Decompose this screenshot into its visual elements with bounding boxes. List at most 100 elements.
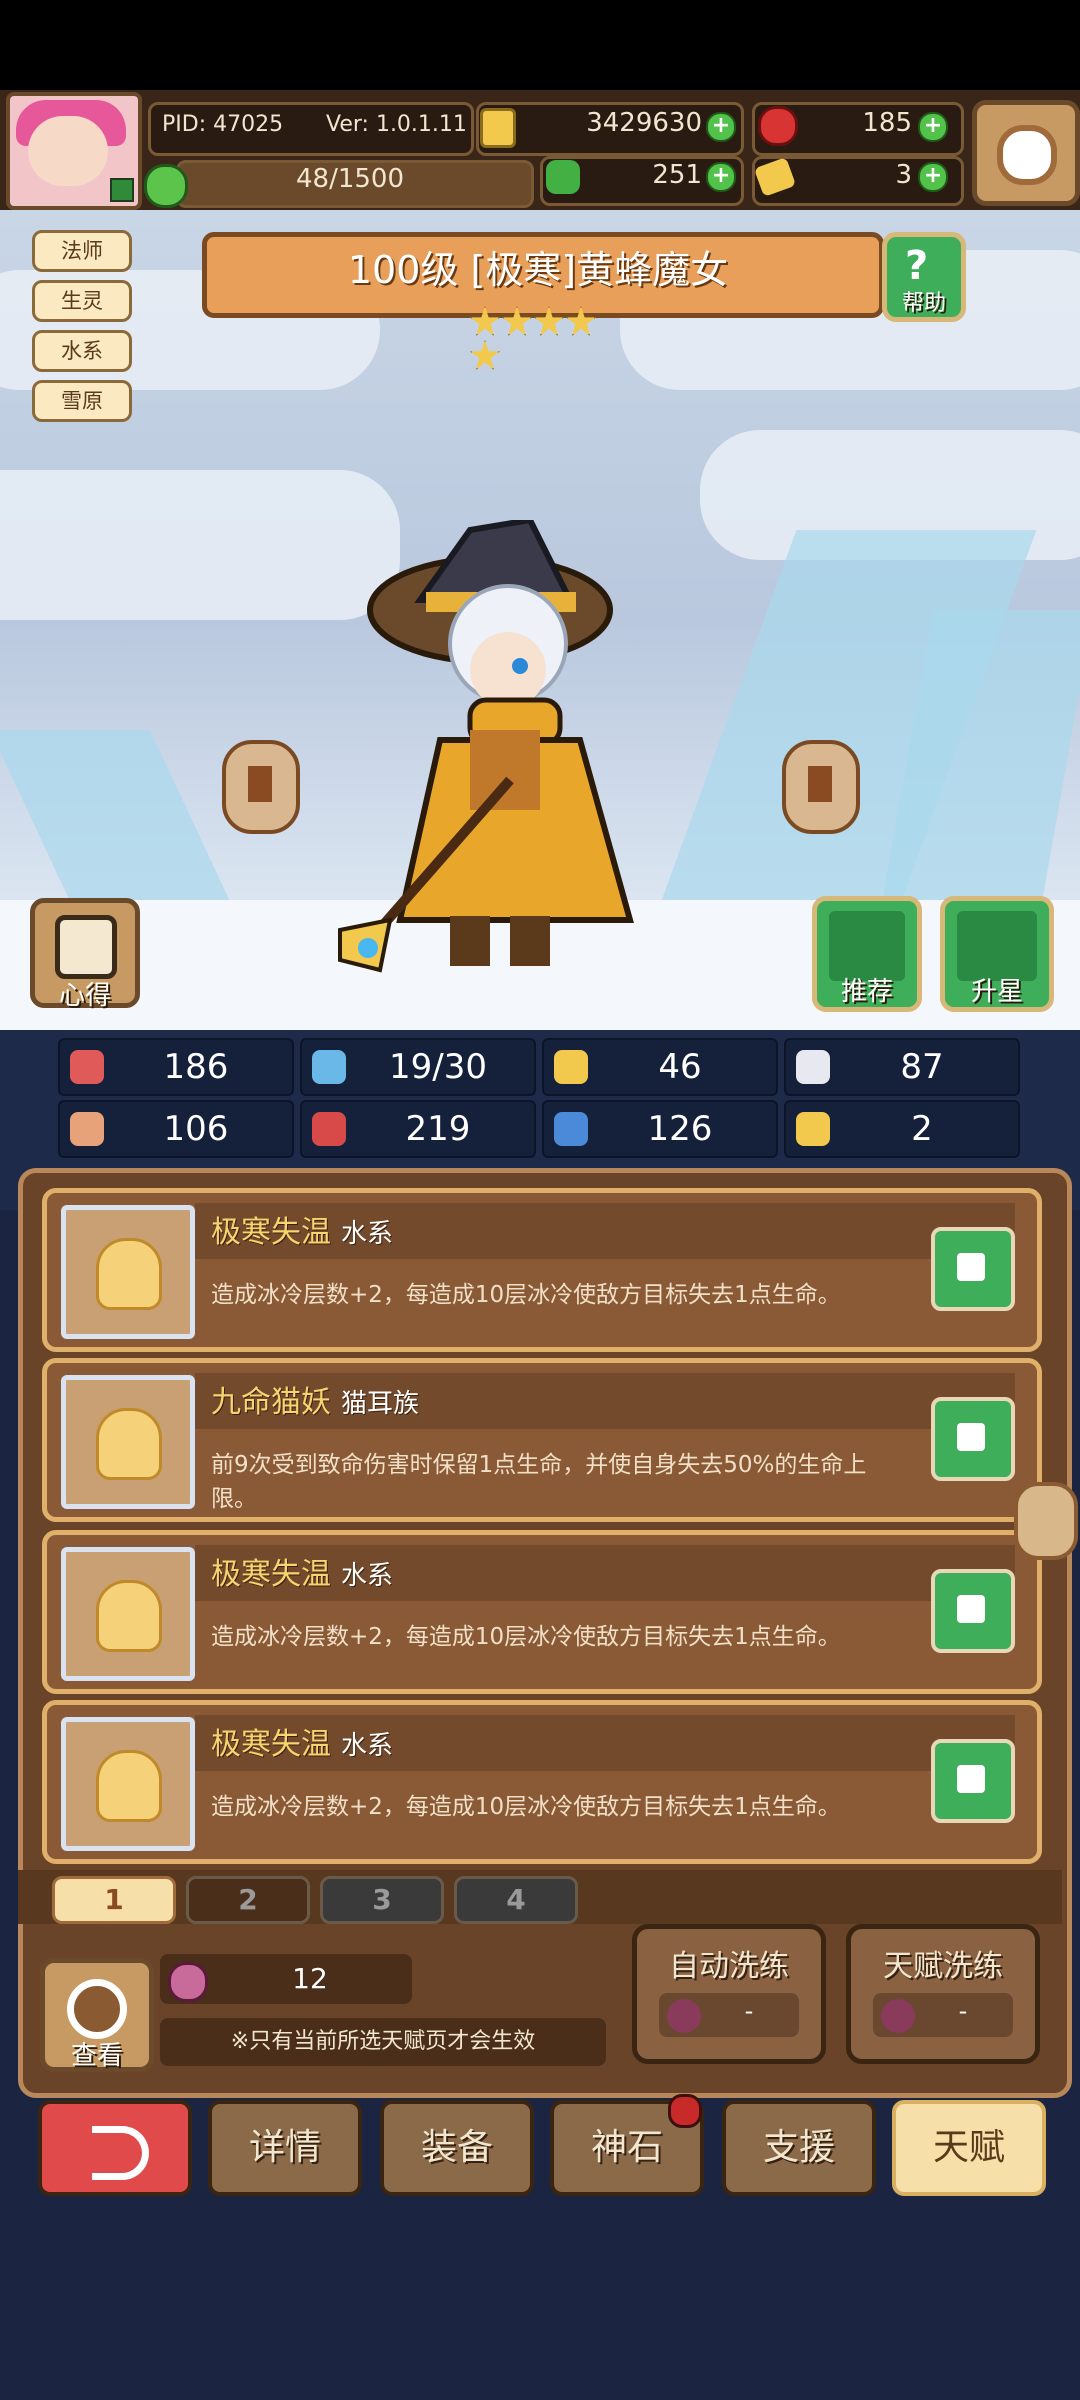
chevron-left-icon bbox=[248, 766, 272, 802]
talent-page-tab-4[interactable]: 4 bbox=[454, 1876, 578, 1924]
back-button[interactable] bbox=[38, 2100, 192, 2196]
talent-symbol-icon bbox=[96, 1408, 162, 1480]
shield-icon bbox=[554, 1050, 588, 1084]
stat-value: 87 bbox=[900, 1047, 944, 1087]
gold-amount: 3429630 bbox=[586, 108, 702, 138]
talent-wash-label: 天赋洗练 bbox=[883, 1949, 1003, 1984]
gem-amount: 185 bbox=[862, 108, 912, 138]
star-icon bbox=[502, 306, 532, 336]
spellbook-icon bbox=[312, 1112, 346, 1146]
nav-talent[interactable]: 天赋 bbox=[892, 2100, 1046, 2196]
water-drop-icon bbox=[312, 1050, 346, 1084]
talent-name-text: 九命猫妖 bbox=[211, 1385, 331, 1420]
talent-icon bbox=[61, 1205, 195, 1339]
nav-equipment[interactable]: 装备 bbox=[380, 2100, 534, 2196]
next-character-button[interactable] bbox=[782, 740, 860, 834]
view-button[interactable]: 查看 bbox=[40, 1958, 154, 2072]
lock-button[interactable] bbox=[931, 1227, 1015, 1311]
auto-wash-cost: - bbox=[659, 1993, 799, 2037]
add-clover-button[interactable]: + bbox=[706, 162, 736, 192]
magnifier-icon bbox=[67, 1979, 127, 2039]
insight-button[interactable]: 心得 bbox=[30, 898, 140, 1011]
character-title: 100级 [极寒]黄蜂魔女 bbox=[347, 248, 729, 292]
tag-race[interactable]: 生灵 bbox=[32, 280, 132, 322]
stat-value: 219 bbox=[405, 1109, 471, 1149]
talent-card[interactable]: 极寒失温 水系 造成冰冷层数+2，每造成10层冰冷使敌方目标失去1点生命。 bbox=[42, 1700, 1042, 1864]
nav-talent-label: 天赋 bbox=[932, 2127, 1005, 2168]
stat-3: 87 bbox=[784, 1038, 1020, 1096]
settings-button[interactable] bbox=[972, 100, 1080, 206]
auto-wash-cost-value: - bbox=[744, 1997, 754, 2025]
stat-value: 19/30 bbox=[389, 1047, 487, 1087]
tag-element[interactable]: 水系 bbox=[32, 330, 132, 372]
stat-value: 2 bbox=[911, 1109, 933, 1149]
tag-class[interactable]: 法师 bbox=[32, 230, 132, 272]
tag-region[interactable]: 雪原 bbox=[32, 380, 132, 422]
help-label: 帮助 bbox=[901, 291, 946, 316]
nav-support[interactable]: 支援 bbox=[722, 2100, 876, 2196]
lock-button[interactable] bbox=[931, 1739, 1015, 1823]
add-ticket-button[interactable]: + bbox=[918, 162, 948, 192]
recommend-label: 推荐 bbox=[840, 977, 893, 1007]
star-up-button[interactable]: 升星 bbox=[940, 896, 1054, 1012]
fist-icon bbox=[70, 1112, 104, 1146]
boot-icon bbox=[554, 1112, 588, 1146]
stat-5: 219 bbox=[300, 1100, 536, 1158]
talent-page-tab-2[interactable]: 2 bbox=[186, 1876, 310, 1924]
talent-page-tab-3[interactable]: 3 bbox=[320, 1876, 444, 1924]
nav-support-label: 支援 bbox=[762, 2127, 835, 2168]
talent-card[interactable]: 九命猫妖 猫耳族 前9次受到致命伤害时保留1点生命，并使自身失去50%的生命上限。 bbox=[42, 1358, 1042, 1522]
page-note: ※只有当前所选天赋页才会生效 bbox=[230, 2029, 536, 2054]
talent-type: 水系 bbox=[341, 1731, 394, 1761]
nav-details[interactable]: 详情 bbox=[208, 2100, 362, 2196]
side-expand-handle[interactable] bbox=[1014, 1482, 1078, 1560]
talent-card[interactable]: 极寒失温 水系 造成冰冷层数+2，每造成10层冰冷使敌方目标失去1点生命。 bbox=[42, 1188, 1042, 1352]
auto-wash-button[interactable]: 自动洗练 - bbox=[632, 1924, 826, 2064]
talent-symbol-icon bbox=[96, 1580, 162, 1652]
talent-type: 水系 bbox=[341, 1219, 394, 1249]
recommend-button[interactable]: 推荐 bbox=[812, 896, 922, 1012]
player-id: PID: 47025 bbox=[162, 112, 284, 137]
add-gold-button[interactable]: + bbox=[706, 112, 736, 142]
lock-button[interactable] bbox=[931, 1397, 1015, 1481]
add-gem-button[interactable]: + bbox=[918, 112, 948, 142]
lock-button[interactable] bbox=[931, 1569, 1015, 1653]
clover-amount: 251 bbox=[652, 160, 702, 190]
berry-icon bbox=[881, 1999, 915, 2033]
talent-name: 极寒失温 水系 bbox=[211, 1719, 393, 1763]
talent-name-text: 极寒失温 bbox=[211, 1557, 331, 1592]
talent-description: 造成冰冷层数+2，每造成10层冰冷使敌方目标失去1点生命。 bbox=[211, 1624, 841, 1650]
stat-1: 19/30 bbox=[300, 1038, 536, 1096]
horseshoe-icon bbox=[796, 1112, 830, 1146]
insight-label: 心得 bbox=[58, 981, 111, 1011]
gold-coin-icon bbox=[480, 108, 516, 148]
player-avatar[interactable] bbox=[6, 92, 142, 210]
star-icon bbox=[470, 340, 500, 370]
talent-type: 水系 bbox=[341, 1561, 394, 1591]
talent-name: 极寒失温 水系 bbox=[211, 1207, 393, 1251]
talent-name-text: 极寒失温 bbox=[211, 1727, 331, 1762]
stat-value: 186 bbox=[163, 1047, 229, 1087]
help-button[interactable]: ? 帮助 bbox=[882, 232, 966, 322]
talent-symbol-icon bbox=[96, 1238, 162, 1310]
stat-value: 106 bbox=[163, 1109, 229, 1149]
gear-icon bbox=[997, 125, 1057, 185]
talent-card[interactable]: 极寒失温 水系造成冰冷层数+2，每造成10层冰冷使敌方目标失去1点生命。 bbox=[42, 1530, 1042, 1694]
talent-type: 猫耳族 bbox=[341, 1389, 420, 1419]
prev-character-button[interactable] bbox=[222, 740, 300, 834]
talent-name-text: 极寒失温 bbox=[211, 1215, 331, 1250]
talent-wash-button[interactable]: 天赋洗练 - bbox=[846, 1924, 1040, 2064]
stat-0: 186 bbox=[58, 1038, 294, 1096]
talent-name: 极寒失温 水系 bbox=[211, 1549, 393, 1593]
talent-wash-cost: - bbox=[873, 1993, 1013, 2037]
star-up-label: 升星 bbox=[970, 977, 1023, 1007]
question-icon: ? bbox=[905, 243, 929, 289]
witch-character-sprite[interactable] bbox=[330, 520, 730, 1000]
star-icon bbox=[470, 306, 500, 336]
talent-page-tab-1[interactable]: 1 bbox=[52, 1876, 176, 1924]
star-icon bbox=[566, 306, 596, 336]
stat-7: 2 bbox=[784, 1100, 1020, 1158]
view-label: 查看 bbox=[70, 2041, 123, 2071]
level-badge-icon bbox=[110, 178, 134, 202]
talent-icon bbox=[61, 1547, 195, 1681]
